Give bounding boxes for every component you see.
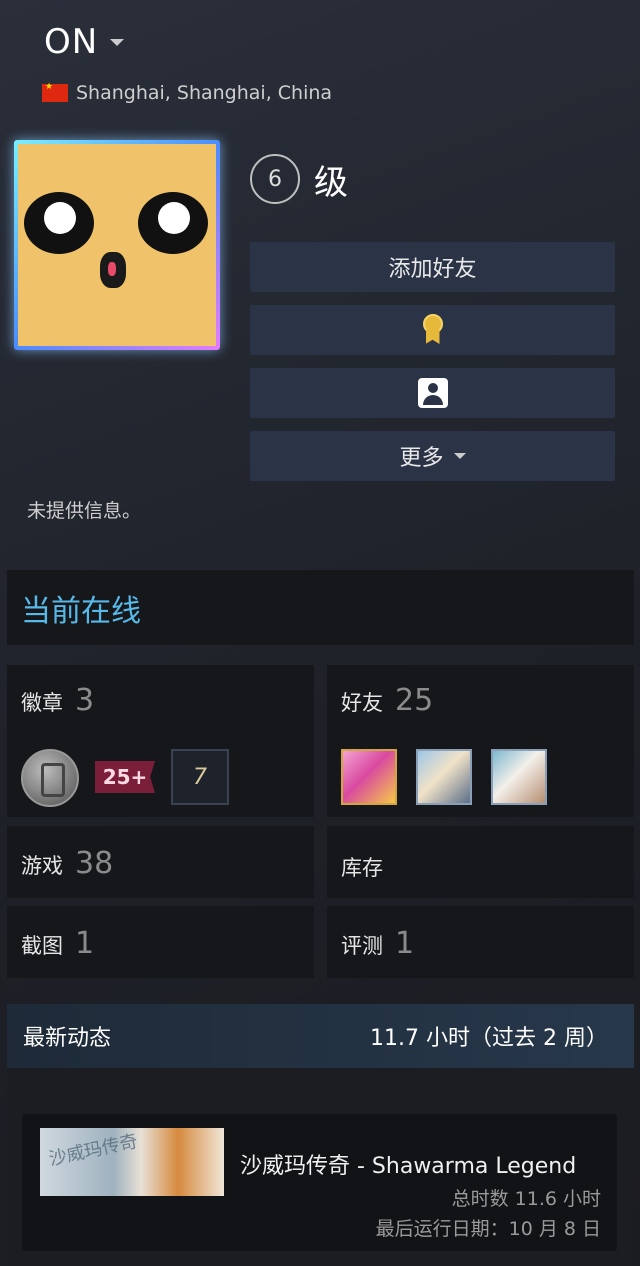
games-tile[interactable]: 游戏 38 xyxy=(7,826,314,898)
add-friend-button[interactable]: 添加好友 xyxy=(250,242,615,292)
games-header: 游戏 38 xyxy=(21,846,113,881)
profile-summary: 未提供信息。 xyxy=(27,500,142,522)
badges-label: 徽章 xyxy=(21,691,63,715)
games-label: 游戏 xyxy=(21,854,63,878)
friend-avatar[interactable] xyxy=(416,749,472,805)
screenshots-tile[interactable]: 截图 1 xyxy=(7,906,314,978)
chevron-down-icon xyxy=(453,453,466,459)
game-last-played: 最后运行日期：10 月 8 日 xyxy=(375,1218,601,1240)
username-dropdown[interactable]: ON xyxy=(44,22,125,62)
friends-label: 好友 xyxy=(341,691,383,715)
badges-tile[interactable]: 徽章 3 25+ 7 xyxy=(7,665,314,817)
game-total-hours: 总时数 11.6 小时 xyxy=(451,1188,601,1210)
game-thumbnail[interactable]: 沙威玛传奇 xyxy=(40,1128,224,1196)
profile-header: ON xyxy=(44,22,125,62)
game-name[interactable]: 沙威玛传奇 - Shawarma Legend xyxy=(240,1148,576,1180)
badges-header: 徽章 3 xyxy=(21,683,94,718)
badge-years-icon[interactable]: 25+ xyxy=(95,761,155,793)
reviews-label: 评测 xyxy=(341,934,383,958)
screenshots-header: 截图 1 xyxy=(21,926,94,961)
profile-card-button[interactable] xyxy=(250,368,615,418)
inventory-tile[interactable]: 库存 xyxy=(327,826,634,898)
badge-card-icon[interactable]: 7 xyxy=(171,749,229,805)
online-status: 当前在线 xyxy=(7,570,634,645)
recent-activity-header: 最新动态 11.7 小时（过去 2 周） xyxy=(7,1004,634,1068)
friends-tile[interactable]: 好友 25 xyxy=(327,665,634,817)
avatar-eye-right xyxy=(138,192,208,254)
screenshots-label: 截图 xyxy=(21,934,63,958)
recent-game-card[interactable]: 沙威玛传奇 沙威玛传奇 - Shawarma Legend 总时数 11.6 小… xyxy=(22,1114,617,1251)
friends-count: 25 xyxy=(395,683,434,718)
location-text: Shanghai, Shanghai, China xyxy=(76,82,333,104)
recent-activity-hours: 11.7 小时（过去 2 周） xyxy=(370,1026,608,1051)
reviews-header: 评测 1 xyxy=(341,926,414,961)
level-indicator: 6 级 xyxy=(250,154,348,204)
reviews-tile[interactable]: 评测 1 xyxy=(327,906,634,978)
friends-header: 好友 25 xyxy=(341,683,433,718)
inventory-label: 库存 xyxy=(341,856,383,880)
avatar[interactable] xyxy=(14,140,220,350)
location: Shanghai, Shanghai, China xyxy=(42,82,332,104)
inventory-header: 库存 xyxy=(341,852,383,882)
person-icon xyxy=(417,378,448,408)
chevron-down-icon xyxy=(110,38,125,46)
friend-avatar[interactable] xyxy=(491,749,547,805)
avatar-eye-left xyxy=(24,192,94,254)
medal-icon xyxy=(422,314,444,346)
screenshots-count: 1 xyxy=(75,926,95,961)
friend-avatar[interactable] xyxy=(341,749,397,805)
reviews-count: 1 xyxy=(395,926,415,961)
badge-coin-icon[interactable] xyxy=(21,749,79,807)
level-label: 级 xyxy=(314,162,348,203)
recent-activity-title: 最新动态 xyxy=(23,1026,112,1051)
china-flag-icon xyxy=(42,82,68,102)
level-badge: 6 xyxy=(250,154,300,204)
avatar-mouth xyxy=(100,252,126,288)
award-button[interactable] xyxy=(250,305,615,355)
badges-count: 3 xyxy=(75,683,95,718)
more-label: 更多 xyxy=(399,446,444,471)
games-count: 38 xyxy=(75,846,114,881)
more-button[interactable]: 更多 xyxy=(250,431,615,481)
avatar-image xyxy=(18,144,216,346)
username-label: ON xyxy=(44,22,99,62)
add-friend-label: 添加好友 xyxy=(388,257,477,282)
game-thumbnail-logo: 沙威玛传奇 xyxy=(47,1130,140,1171)
online-status-text: 当前在线 xyxy=(21,593,141,629)
